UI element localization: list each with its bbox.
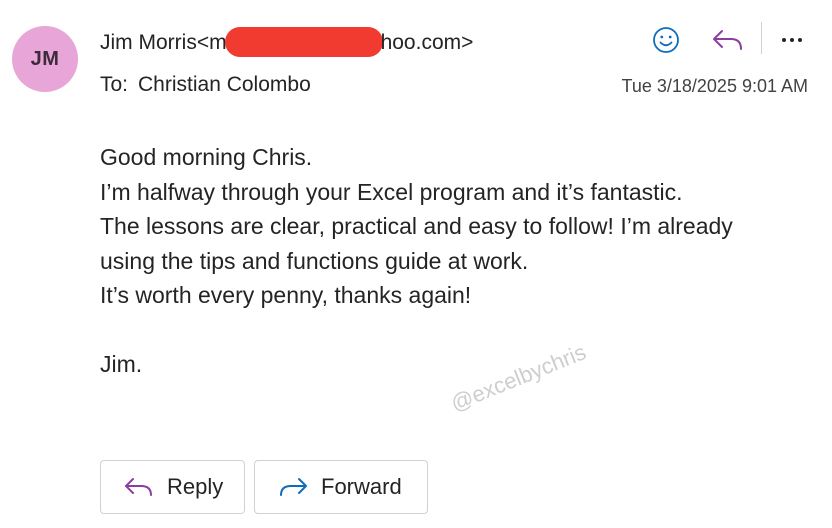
reply-button-label: Reply [167,474,224,499]
avatar-initials: JM [30,47,60,70]
recipient-name[interactable]: Christian Colombo [138,73,311,96]
body-line: I’m halfway through your Excel program a… [100,178,683,205]
sender-line[interactable]: Jim Morris<m hoo.com> [100,27,473,57]
react-button[interactable] [648,22,684,58]
reply-button[interactable]: Reply [100,460,245,514]
body-line: The lessons are clear, practical and eas… [100,213,733,239]
sender-name-prefix: Jim Morris<m [100,31,227,54]
forward-arrow-icon [277,474,311,500]
more-options-button[interactable] [774,22,810,58]
header-divider [761,22,762,54]
signature: Jim. [100,351,143,377]
body-line: It’s worth every penny, thanks again! [100,282,472,308]
reply-header-button[interactable] [708,22,748,58]
sender-email-suffix: hoo.com> [380,31,474,54]
reply-arrow-icon [713,30,742,50]
sent-date: Tue 3/18/2025 9:01 AM [621,76,808,96]
more-icon [782,38,802,42]
forward-button-label: Forward [321,474,402,499]
body-line: using the tips and functions guide at wo… [100,247,529,274]
recipient-line: To: Christian Colombo [100,72,311,98]
sender-avatar[interactable]: JM [12,26,78,92]
message-body: Good morning Chris. I’m halfway through … [100,140,733,382]
forward-button[interactable]: Forward [254,460,428,514]
reply-arrow-icon [123,474,157,500]
redaction-mark [224,27,383,57]
to-label: To: [100,73,129,96]
smiley-icon [653,27,679,53]
body-line: Good morning Chris. [100,144,313,170]
